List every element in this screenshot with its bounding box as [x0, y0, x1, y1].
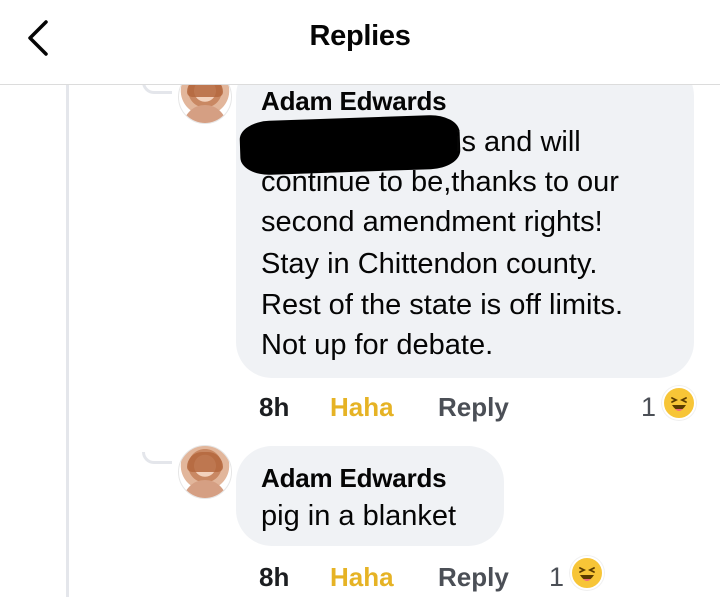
comment-author[interactable]: Adam Edwards — [261, 463, 447, 494]
comment-timestamp: 8h — [259, 392, 290, 422]
haha-emoji-icon[interactable] — [662, 386, 696, 420]
thread-connector — [142, 452, 172, 464]
comment-text-line: Stay in Chittendon county. — [261, 248, 598, 280]
reaction-count[interactable]: 1 — [549, 562, 564, 593]
comment-text-line: is and will — [455, 126, 581, 158]
haha-reaction-button[interactable]: Haha — [330, 392, 394, 423]
reply-button[interactable]: Reply — [438, 392, 509, 423]
comment-author[interactable]: Adam Edwards — [261, 86, 447, 117]
reply-button[interactable]: Reply — [438, 562, 509, 593]
comment-text-line: continue to be,thanks to our — [261, 166, 619, 198]
haha-emoji-icon[interactable] — [570, 556, 604, 590]
header-bar: Replies — [0, 0, 720, 85]
avatar[interactable] — [178, 445, 232, 499]
thread-guide-line — [66, 84, 69, 597]
comment-text-line: second amendment rights! — [261, 206, 603, 238]
comment-timestamp: 8h — [259, 562, 290, 592]
replies-page: Replies Adam Edwards is and will continu… — [0, 0, 720, 597]
page-title: Replies — [309, 20, 411, 52]
haha-reaction-button[interactable]: Haha — [330, 562, 394, 593]
comment-text-line: pig in a blanket — [261, 500, 457, 532]
comment-text-line: Not up for debate. — [261, 329, 494, 361]
reaction-count[interactable]: 1 — [641, 392, 656, 423]
comment-text-line: Rest of the state is off limits. — [261, 289, 624, 321]
